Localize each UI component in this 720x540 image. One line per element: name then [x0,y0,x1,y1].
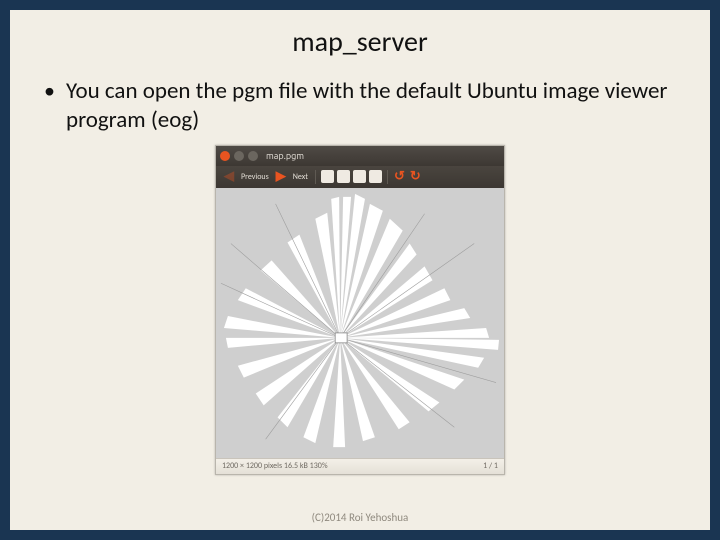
toolbar-separator [387,170,388,184]
previous-label: Previous [239,172,271,182]
bullet-text: You can open the pgm file with the defau… [40,77,680,135]
status-left: 1200 × 1200 pixels 16.5 kB 130% [222,461,328,471]
zoom-normal-icon[interactable] [369,170,382,183]
status-right: 1 / 1 [483,461,498,471]
next-label: Next [291,172,310,182]
maximize-icon[interactable] [248,151,258,161]
window-titlebar: map.pgm [216,146,504,166]
next-icon[interactable]: ▶ [274,169,288,184]
toolbar: ◀ Previous ▶ Next ↺ ↻ [216,166,504,188]
zoom-out-icon[interactable] [337,170,350,183]
screenshot-container: map.pgm ◀ Previous ▶ Next ↺ ↻ [40,145,680,475]
previous-icon[interactable]: ◀ [222,169,236,184]
slide-footer: (C)2014 Roi Yehoshua [10,511,710,524]
toolbar-separator [315,170,316,184]
zoom-in-icon[interactable] [321,170,334,183]
statusbar: 1200 × 1200 pixels 16.5 kB 130% 1 / 1 [216,458,504,474]
image-canvas [216,188,504,458]
close-icon[interactable] [220,151,230,161]
zoom-fit-icon[interactable] [353,170,366,183]
rotate-left-icon[interactable]: ↺ [393,169,406,184]
minimize-icon[interactable] [234,151,244,161]
eog-window: map.pgm ◀ Previous ▶ Next ↺ ↻ [215,145,505,475]
window-title: map.pgm [266,151,304,161]
slide-title: map_server [40,24,680,59]
rotate-right-icon[interactable]: ↻ [409,169,422,184]
map-image [216,188,504,458]
slide: map_server You can open the pgm file wit… [10,10,710,530]
